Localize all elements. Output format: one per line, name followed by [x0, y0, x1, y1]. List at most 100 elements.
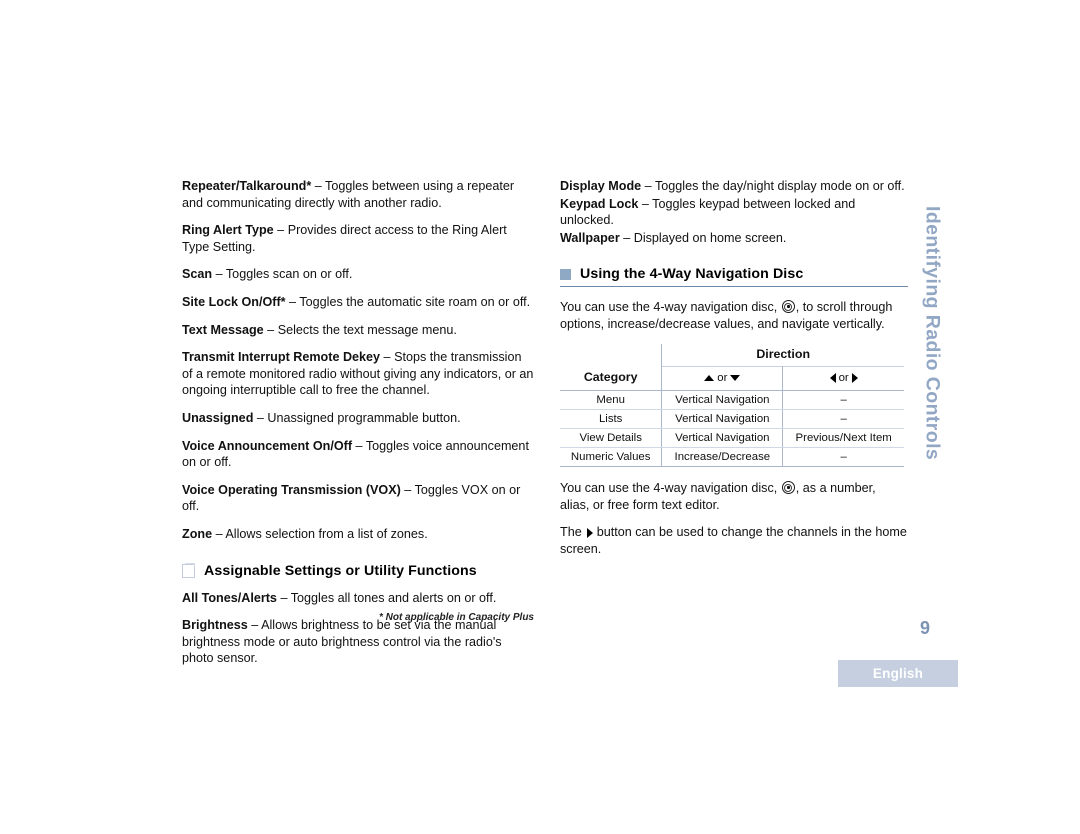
cell-category: View Details: [560, 428, 663, 449]
table-body: Menu Vertical Navigation – Lists Vertica…: [560, 390, 904, 468]
cell-category: Menu: [560, 390, 663, 411]
table-row: Numeric Values Increase/Decrease –: [560, 447, 904, 468]
entry-keypad-lock: Keypad Lock – Toggles keypad between loc…: [560, 196, 908, 229]
entry-description: Allows selection from a list of zones.: [225, 526, 428, 541]
entry-unassigned: Unassigned – Unassigned programmable but…: [182, 410, 534, 427]
entry-term: Ring Alert Type: [182, 223, 274, 238]
side-tab-chapter-label: Identifying Radio Controls: [912, 206, 952, 476]
entry-term: Text Message: [182, 322, 264, 337]
entry-dash: –: [285, 294, 300, 309]
or-label-vertical: or: [717, 371, 728, 384]
entry-voice-announcement: Voice Announcement On/Off – Toggles voic…: [182, 438, 534, 471]
text-after-arrow-icon: button can be used to change the channel…: [560, 525, 907, 556]
entry-description: Selects the text message menu.: [277, 322, 457, 337]
entry-dash: –: [212, 526, 226, 541]
entry-description: Toggles the day/night display mode on or…: [654, 179, 905, 193]
entry-term: Unassigned: [182, 410, 254, 425]
entry-dash: –: [212, 267, 226, 282]
header-direction: Direction: [661, 343, 904, 367]
cell-category: Lists: [560, 409, 663, 430]
entry-dash: –: [352, 438, 366, 453]
outline-square-bullet-icon: [182, 562, 195, 578]
entry-dash: –: [273, 223, 288, 238]
cell-horizontal: –: [782, 390, 904, 411]
entry-dash: –: [311, 179, 326, 193]
header-vertical-arrows: or: [661, 365, 784, 392]
entry-term: Wallpaper: [560, 230, 620, 245]
entry-term: Keypad Lock: [560, 196, 639, 211]
table-head: Direction Category or or: [560, 343, 904, 392]
cell-vertical: Vertical Navigation: [661, 428, 784, 449]
entry-term: All Tones/Alerts: [182, 590, 277, 605]
entry-repeater-talkaround: Repeater/Talkaround* – Toggles between u…: [182, 178, 534, 211]
navigation-disc-icon: [781, 481, 795, 495]
paragraph-channel-change: The button can be used to change the cha…: [560, 524, 908, 557]
entry-dash: –: [400, 482, 415, 497]
cell-horizontal: –: [782, 447, 904, 468]
entry-all-tones-alerts: All Tones/Alerts – Toggles all tones and…: [182, 590, 534, 607]
entry-dash: –: [253, 410, 268, 425]
entry-description: Displayed on home screen.: [633, 230, 787, 245]
entry-dash: –: [638, 196, 653, 211]
navigation-direction-table: Direction Category or or Menu Vertical N…: [560, 343, 904, 468]
language-badge: English: [838, 660, 958, 687]
heading-divider: [560, 286, 908, 288]
cell-horizontal: Previous/Next Item: [782, 428, 904, 449]
paragraph-scroll-usage: You can use the 4-way navigation disc, ,…: [560, 299, 908, 332]
entry-site-lock: Site Lock On/Off* – Toggles the automati…: [182, 294, 534, 311]
footnote: * Not applicable in Capacity Plus: [378, 612, 534, 623]
table-header-row-bottom: Category or or: [560, 365, 904, 392]
entry-wallpaper: Wallpaper – Displayed on home screen.: [560, 230, 908, 247]
table-row: Lists Vertical Navigation –: [560, 409, 904, 430]
header-blank-cell: [560, 343, 662, 367]
cell-horizontal: –: [782, 409, 904, 430]
arrow-right-icon: [851, 372, 858, 383]
entry-text-message: Text Message – Selects the text message …: [182, 322, 534, 339]
text-before-disc-icon: You can use the 4-way navigation disc,: [560, 481, 781, 496]
entry-term: Transmit Interrupt Remote Dekey: [182, 350, 381, 365]
entry-dash: –: [619, 230, 634, 245]
entry-scan: Scan – Toggles scan on or off.: [182, 266, 534, 283]
page-number: 9: [919, 618, 930, 638]
heading-label: Assignable Settings or Utility Functions: [204, 562, 477, 579]
arrow-down-icon: [730, 374, 741, 381]
entry-ring-alert-type: Ring Alert Type – Provides direct access…: [182, 222, 534, 255]
or-label-horizontal: or: [838, 371, 849, 384]
table-row: Menu Vertical Navigation –: [560, 390, 904, 411]
entry-term: Display Mode: [560, 179, 642, 193]
header-category: Category: [560, 366, 662, 392]
heading-assignable-settings: Assignable Settings or Utility Functions: [182, 562, 534, 579]
entry-brightness: Brightness – Allows brightness to be set…: [182, 617, 534, 667]
paragraph-text-editor-usage: You can use the 4-way navigation disc, ,…: [560, 480, 908, 513]
text-before-arrow-icon: The: [560, 525, 586, 540]
entry-dash: –: [276, 590, 291, 605]
entry-description: Toggles scan on or off.: [225, 267, 353, 282]
heading-label: Using the 4-Way Navigation Disc: [580, 266, 804, 283]
cell-category: Numeric Values: [560, 447, 663, 468]
entry-display-mode: Display Mode – Toggles the day/night dis…: [560, 178, 908, 195]
heading-using-4way-navigation-disc: Using the 4-Way Navigation Disc: [560, 266, 908, 282]
language-badge-label: English: [872, 666, 924, 681]
left-column: Repeater/Talkaround* – Toggles between u…: [182, 178, 534, 678]
entry-term: Voice Announcement On/Off: [182, 438, 353, 453]
entry-term: Voice Operating Transmission (VOX): [182, 482, 401, 497]
filled-square-bullet-icon: [560, 268, 571, 280]
entry-dash: –: [641, 179, 655, 193]
entry-term: Repeater/Talkaround*: [182, 179, 312, 193]
entry-description: Toggles all tones and alerts on or off.: [290, 590, 497, 605]
entry-zone: Zone – Allows selection from a list of z…: [182, 526, 534, 543]
document-page: Repeater/Talkaround* – Toggles between u…: [0, 0, 1080, 834]
entry-description: Toggles the automatic site roam on or of…: [299, 294, 531, 309]
entry-transmit-interrupt-remote-dekey: Transmit Interrupt Remote Dekey – Stops …: [182, 349, 534, 399]
table-row: View Details Vertical Navigation Previou…: [560, 428, 904, 449]
header-horizontal-arrows: or: [782, 365, 904, 392]
arrow-up-icon: [704, 374, 715, 381]
entry-term: Zone: [182, 526, 213, 541]
navigation-disc-icon: [781, 300, 795, 314]
text-before-disc-icon: You can use the 4-way navigation disc,: [560, 300, 781, 315]
entry-dash: –: [263, 322, 278, 337]
entry-vox: Voice Operating Transmission (VOX) – Tog…: [182, 482, 534, 515]
table-header-row-top: Direction: [560, 343, 904, 367]
arrow-left-icon: [829, 372, 836, 383]
right-column: Display Mode – Toggles the day/night dis…: [560, 178, 908, 568]
